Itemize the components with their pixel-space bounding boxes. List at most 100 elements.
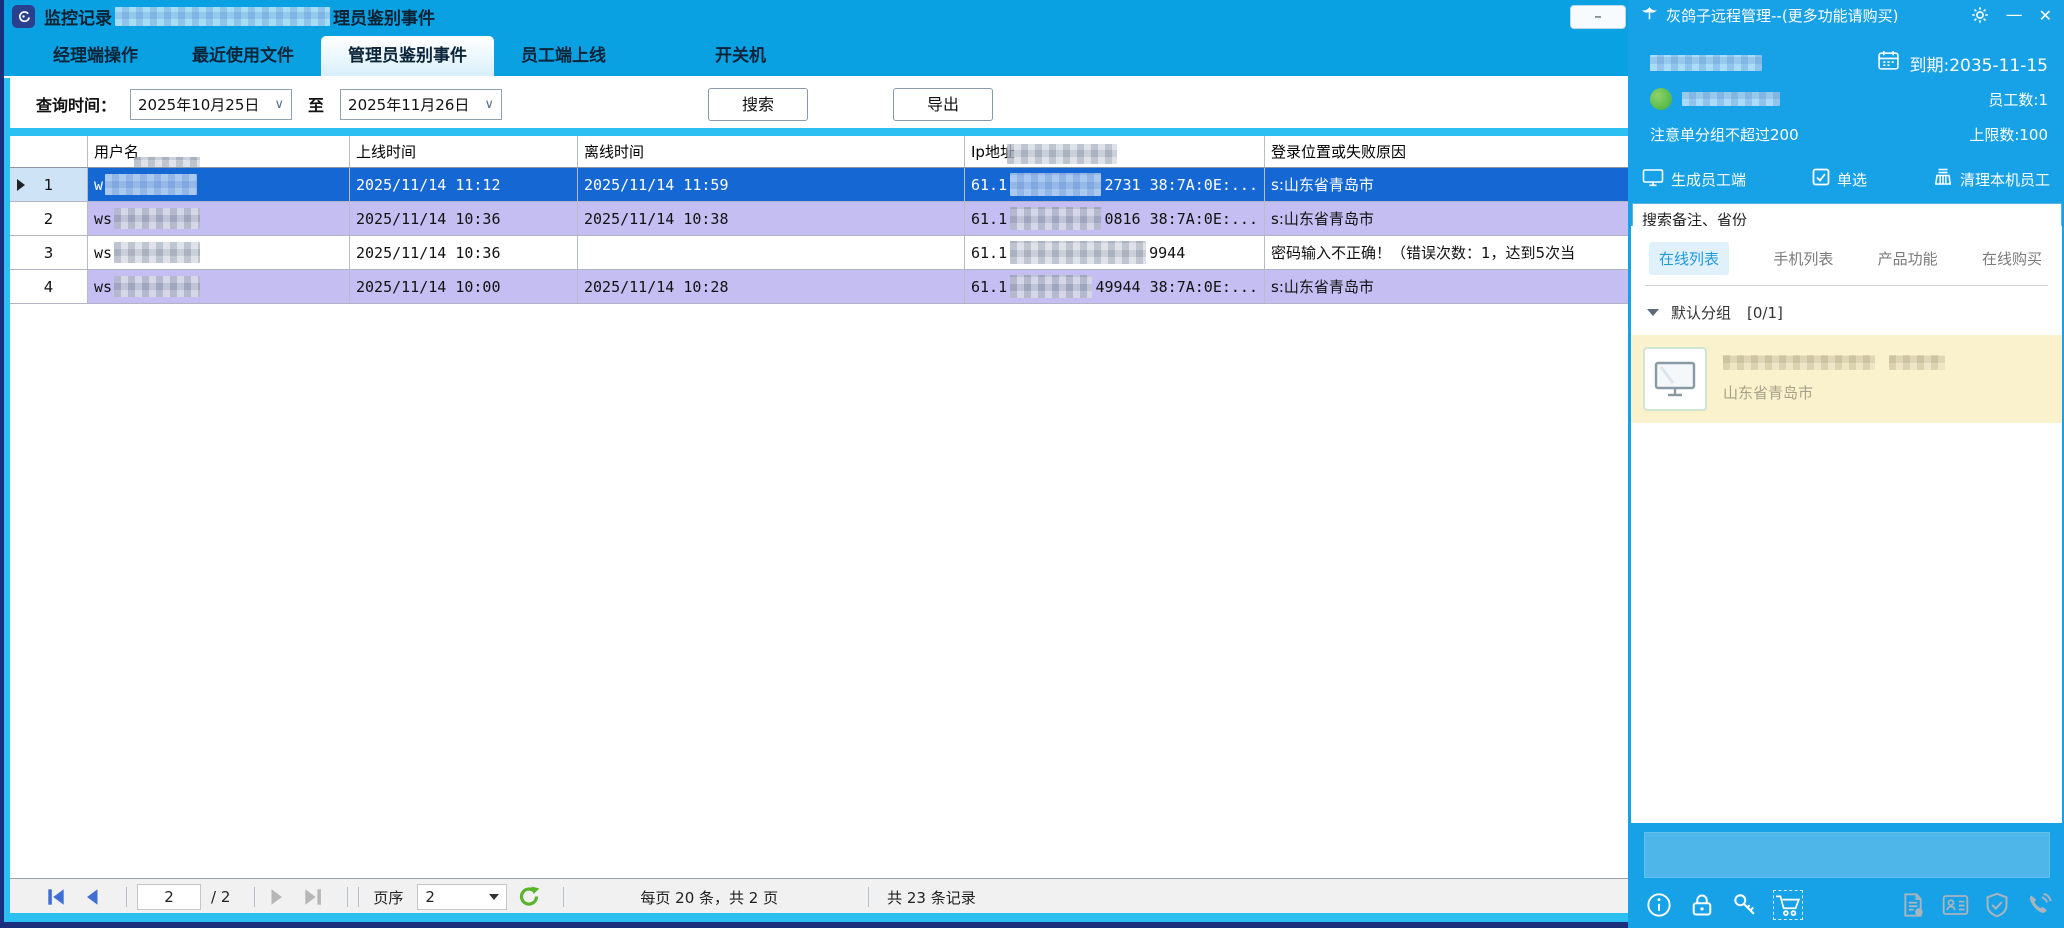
divider — [254, 887, 255, 907]
header-ip[interactable]: Ip地址 — [965, 136, 1265, 167]
offline-time — [578, 236, 965, 269]
divider — [868, 887, 869, 907]
page-order-value: 2 — [425, 888, 435, 906]
events-table: 用户名 上线时间 离线时间 Ip地址 登录位置或失败原因 1 w 2025/11… — [10, 136, 1628, 304]
header-row-marker — [10, 136, 88, 167]
tab-product-features[interactable]: 产品功能 — [1878, 242, 1938, 275]
page-order-label: 页序 — [373, 887, 403, 908]
refresh-button[interactable] — [517, 885, 541, 909]
window-border — [4, 913, 1628, 922]
total-records: 共 23 条记录 — [887, 887, 976, 908]
current-page-input[interactable]: 2 — [137, 884, 201, 910]
ip-prefix: 61.1 — [971, 210, 1007, 228]
tab-manager-operations[interactable]: 经理端操作 — [26, 36, 165, 76]
caret-down-icon — [489, 894, 499, 900]
redacted-ip — [1010, 241, 1146, 264]
remote-management-panel: 灰鸽子远程管理--(更多功能请购买) — ✕ 到期:2035-11-1 — [1628, 0, 2064, 928]
date-to-select[interactable]: 2025年11月26日 ∨ — [340, 89, 502, 120]
monitor-records-window: 监控记录 理员鉴别事件 – 经理端操作 最近使用文件 管理员鉴别事件 员工端上线… — [0, 0, 1628, 928]
settings-gear-icon[interactable] — [1970, 5, 1990, 25]
per-page-info: 每页 20 条，共 2 页 — [640, 887, 778, 908]
report-document-icon[interactable] — [1898, 890, 1928, 920]
redacted-username — [105, 174, 197, 195]
minimize-button[interactable]: – — [1570, 5, 1626, 29]
main-tabbar: 经理端操作 最近使用文件 管理员鉴别事件 员工端上线 开关机 — [4, 32, 1628, 76]
redacted-ip — [1010, 207, 1101, 230]
group-row-default[interactable]: 默认分组 [0/1] — [1647, 302, 2062, 323]
account-row-user: 员工数:1 — [1628, 88, 2064, 110]
search-button[interactable]: 搜索 — [708, 88, 808, 121]
generate-client-button[interactable]: 生成员工端 — [1642, 168, 1746, 191]
panel-close-button[interactable]: ✕ — [2039, 6, 2052, 25]
group-count: [0/1] — [1747, 304, 1783, 322]
last-page-button[interactable] — [301, 885, 325, 909]
app-logo-icon — [12, 5, 35, 28]
header-online-time[interactable]: 上线时间 — [350, 136, 578, 167]
ip-suffix: 2731 38:7A:0E:... — [1104, 176, 1258, 194]
next-page-button[interactable] — [265, 885, 289, 909]
date-to-value: 2025年11月26日 — [348, 94, 469, 115]
online-time: 2025/11/14 10:36 — [350, 236, 578, 269]
clean-local-staff-button[interactable]: 清理本机员工 — [1933, 167, 2050, 191]
table-row[interactable]: 2 ws 2025/11/14 10:36 2025/11/14 10:38 6… — [10, 202, 1628, 236]
info-icon[interactable] — [1644, 890, 1674, 920]
export-button[interactable]: 导出 — [893, 88, 993, 121]
previous-page-button[interactable] — [80, 885, 104, 909]
redacted-ip — [1010, 173, 1101, 196]
header-offline-time[interactable]: 离线时间 — [578, 136, 965, 167]
group-name: 默认分组 — [1671, 302, 1731, 323]
first-page-button[interactable] — [44, 885, 68, 909]
ip-suffix: 9944 — [1149, 244, 1185, 262]
pagination-bar: 2 / 2 页序 2 每页 20 条，共 2 页 共 23 条记录 — [10, 878, 1628, 915]
id-card-icon[interactable] — [1940, 890, 1970, 920]
tab-employee-online[interactable]: 员工端上线 — [494, 36, 633, 76]
login-location: s:山东省青岛市 — [1265, 202, 1628, 235]
group-note: 注意单分组不超过200 — [1650, 124, 1799, 145]
checkbox-icon — [1812, 168, 1830, 190]
window-border — [4, 78, 10, 922]
header-location[interactable]: 登录位置或失败原因 — [1265, 136, 1628, 167]
ip-prefix: 61.1 — [971, 278, 1007, 296]
table-header-row: 用户名 上线时间 离线时间 Ip地址 登录位置或失败原因 — [10, 136, 1628, 168]
divider — [347, 887, 348, 907]
single-select-button[interactable]: 单选 — [1812, 168, 1867, 190]
redacted-patch — [1007, 144, 1117, 164]
query-toolbar: 查询时间： 2025年10月25日 ∨ 至 2025年11月26日 ∨ 搜索 导… — [10, 80, 1628, 128]
tab-recent-files[interactable]: 最近使用文件 — [165, 36, 321, 76]
tab-power-switch[interactable]: 开关机 — [688, 36, 793, 76]
offline-time: 2025/11/14 10:28 — [578, 270, 965, 303]
panel-title: 灰鸽子远程管理--(更多功能请购买) — [1666, 5, 1954, 26]
tab-phone-list[interactable]: 手机列表 — [1773, 242, 1833, 275]
to-label: 至 — [308, 92, 324, 116]
table-row[interactable]: 4 ws 2025/11/14 10:00 2025/11/14 10:28 6… — [10, 270, 1628, 304]
footer-banner — [1644, 832, 2050, 878]
redacted-username — [114, 276, 200, 297]
ip-prefix: 61.1 — [971, 244, 1007, 262]
total-pages-label: / 2 — [211, 888, 230, 906]
redacted-ip — [1010, 275, 1092, 298]
footer-right-icons — [1898, 890, 2054, 920]
lock-icon[interactable] — [1687, 890, 1717, 920]
page-order-select[interactable]: 2 — [417, 884, 507, 910]
tab-online-list[interactable]: 在线列表 — [1649, 242, 1729, 275]
key-icon[interactable] — [1730, 890, 1760, 920]
row-number: 1 — [44, 176, 54, 194]
phone-icon[interactable] — [2024, 890, 2054, 920]
ip-prefix: 61.1 — [971, 176, 1007, 194]
offline-time: 2025/11/14 11:59 — [578, 168, 965, 201]
table-row[interactable]: 1 w 2025/11/14 11:12 2025/11/14 11:59 61… — [10, 168, 1628, 202]
table-row[interactable]: 3 ws 2025/11/14 10:36 61.19944 密码输入不正确！（… — [10, 236, 1628, 270]
panel-minimize-button[interactable]: — — [2006, 5, 2023, 25]
header-username[interactable]: 用户名 — [88, 136, 350, 167]
username-prefix: w — [94, 176, 103, 194]
limit-count: 上限数:100 — [1969, 124, 2048, 145]
date-from-select[interactable]: 2025年10月25日 ∨ — [130, 89, 292, 120]
shield-check-icon[interactable] — [1982, 890, 2012, 920]
panel-titlebar: 灰鸽子远程管理--(更多功能请购买) — ✕ — [1628, 0, 2064, 30]
client-list-item[interactable]: 山东省青岛市 — [1631, 335, 2062, 423]
panel-tabs: 在线列表 手机列表 产品功能 在线购买 — [1631, 226, 2062, 275]
tab-admin-auth-events[interactable]: 管理员鉴别事件 — [321, 36, 494, 76]
tab-online-purchase[interactable]: 在线购买 — [1982, 242, 2042, 275]
cart-icon[interactable] — [1773, 890, 1803, 920]
redacted-account-id — [1650, 55, 1762, 71]
